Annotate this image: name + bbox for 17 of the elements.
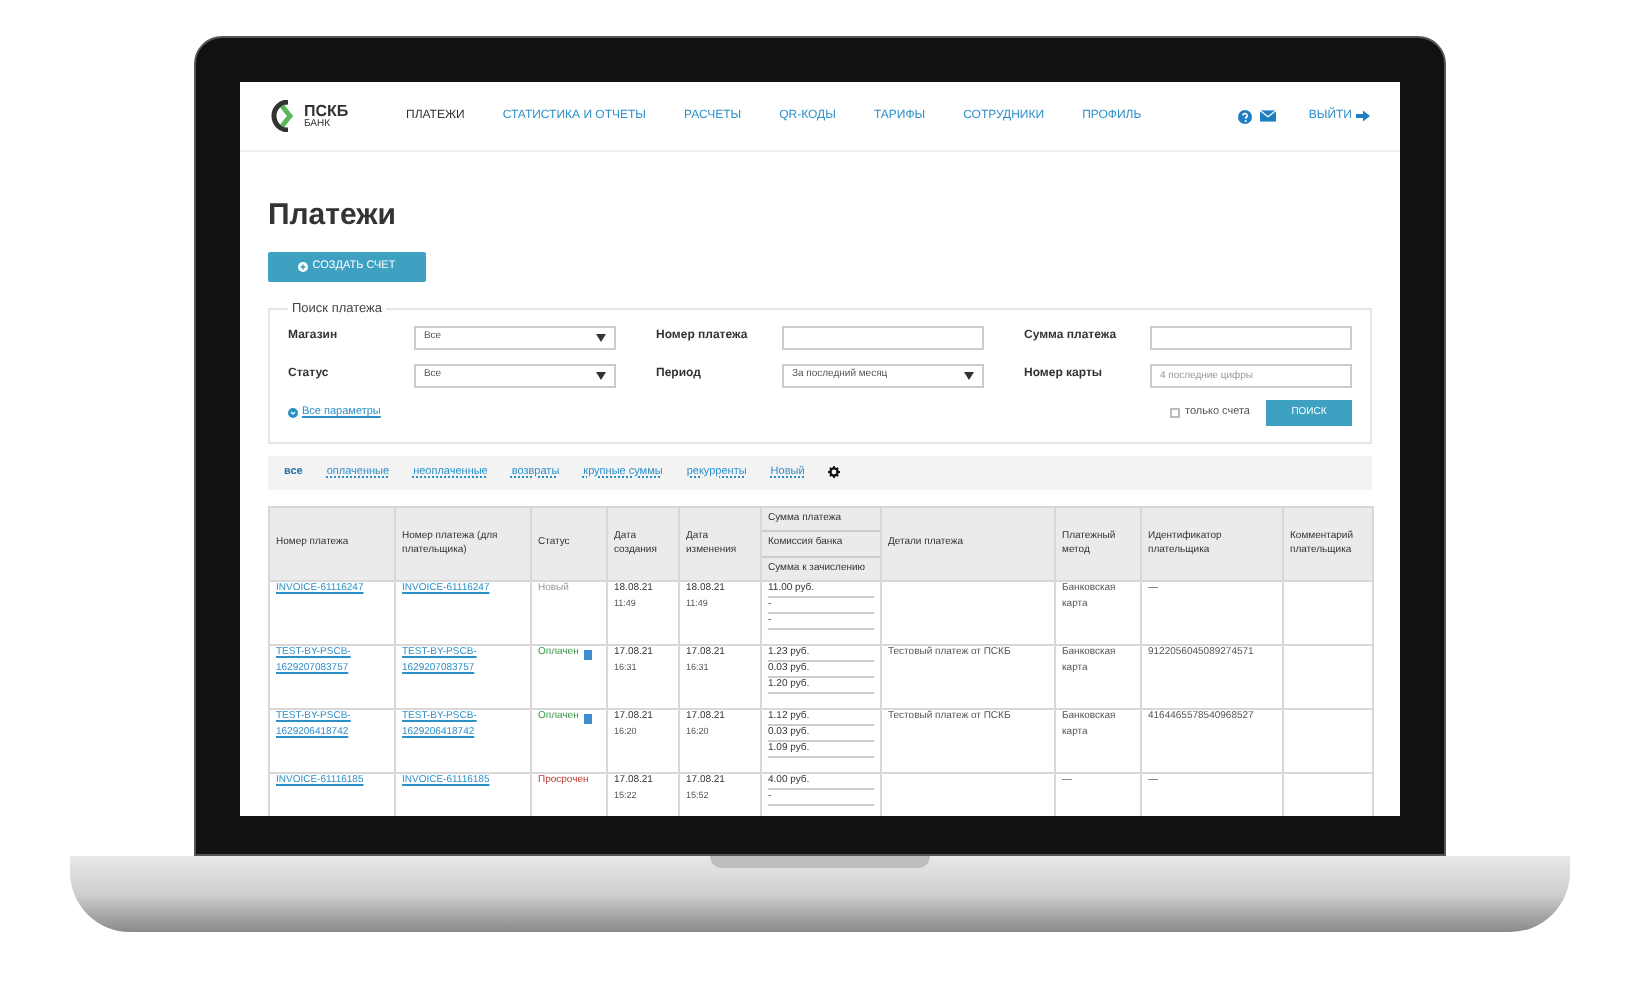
caret-icon xyxy=(596,333,606,342)
document-icon[interactable] xyxy=(584,713,593,723)
plus-circle-icon xyxy=(298,262,309,272)
input-field[interactable] xyxy=(781,325,984,350)
mail-icon[interactable] xyxy=(1260,110,1277,122)
document-icon[interactable] xyxy=(584,649,593,659)
caret-icon xyxy=(964,371,974,380)
logo-icon xyxy=(270,100,298,132)
input-field[interactable] xyxy=(1149,325,1352,350)
page-title: Платежи xyxy=(268,200,398,230)
help-icon[interactable] xyxy=(1238,109,1253,123)
logout-icon xyxy=(1356,110,1370,122)
logo-name: ПСКБ xyxy=(304,103,349,119)
settings-icon[interactable] xyxy=(828,466,841,479)
checkbox[interactable] xyxy=(1169,407,1180,418)
chevron-down-icon xyxy=(288,407,298,418)
caret-icon xyxy=(596,371,606,380)
